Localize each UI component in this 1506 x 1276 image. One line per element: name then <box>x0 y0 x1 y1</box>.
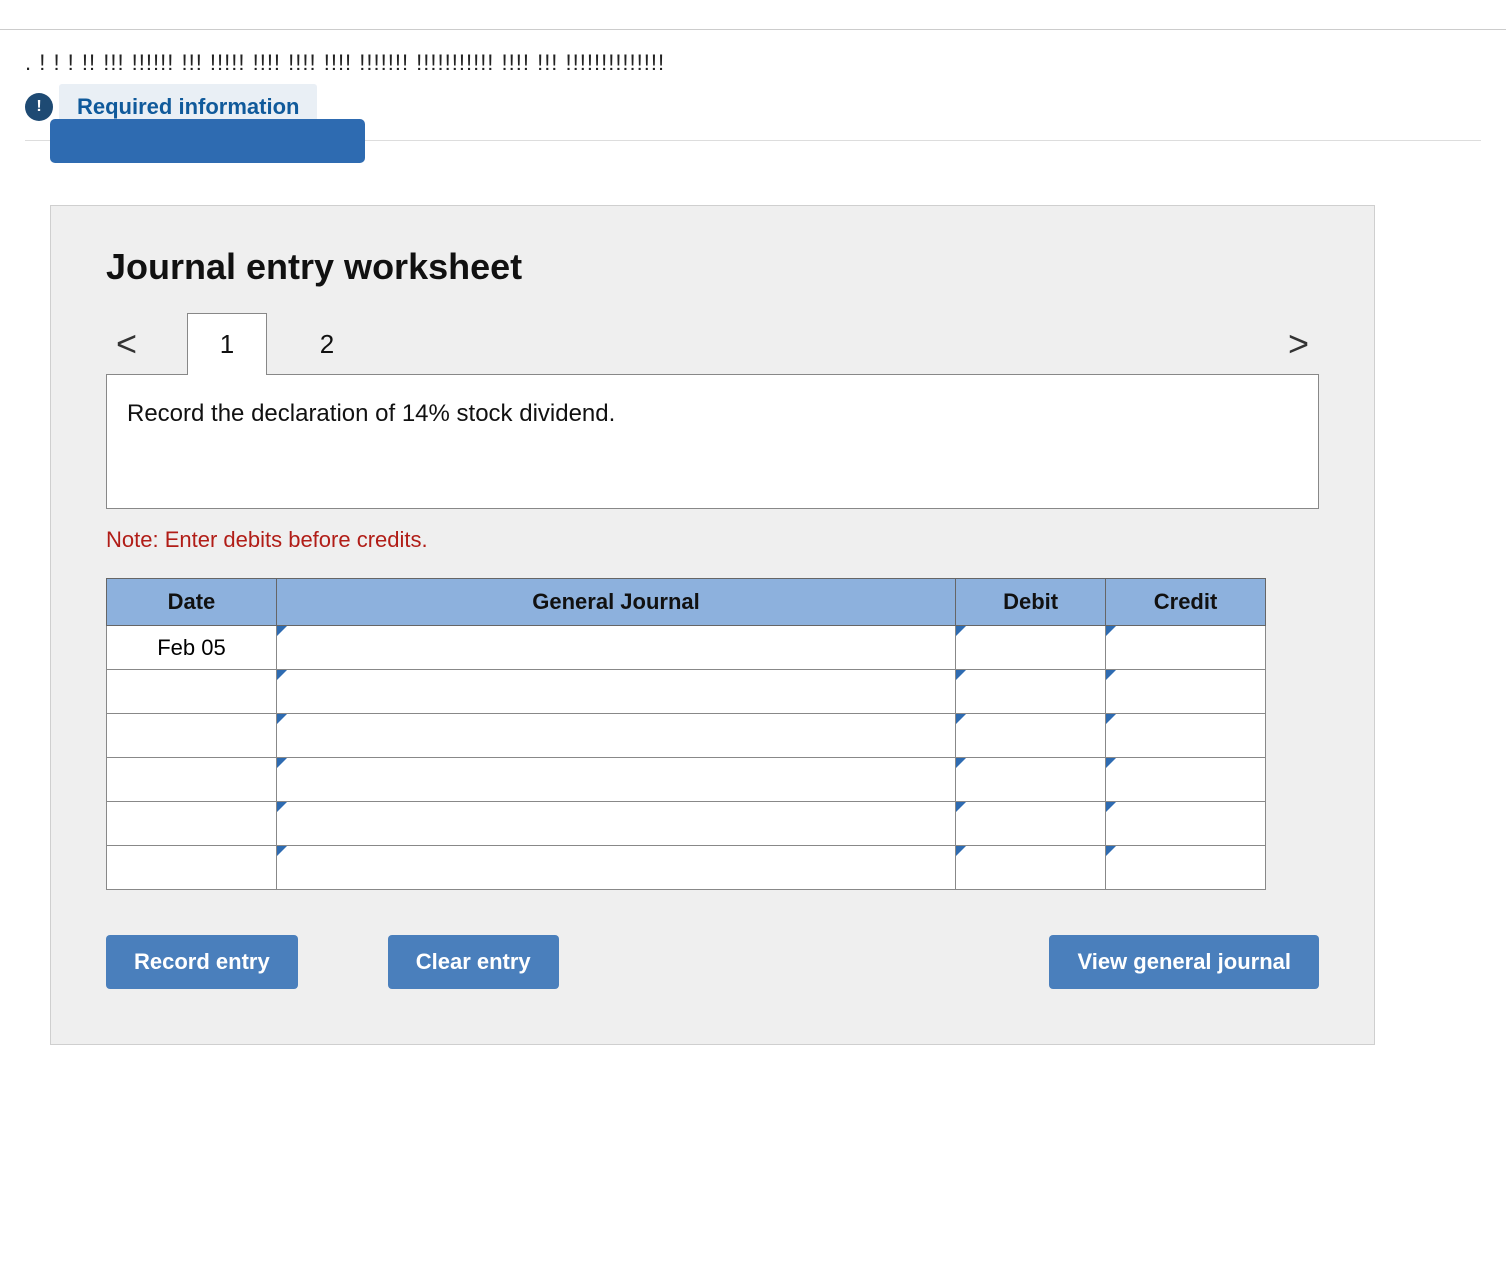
prev-arrow-icon[interactable]: < <box>106 323 147 375</box>
table-row <box>107 758 1266 802</box>
header-credit: Credit <box>1106 579 1266 626</box>
tab-2[interactable]: 2 <box>287 313 367 375</box>
cell-credit[interactable] <box>1106 758 1266 802</box>
clear-entry-button[interactable]: Clear entry <box>388 935 559 989</box>
worksheet-title: Journal entry worksheet <box>106 246 1319 288</box>
cell-credit[interactable] <box>1106 714 1266 758</box>
view-general-journal-button[interactable]: View general journal <box>1049 935 1319 989</box>
next-arrow-icon[interactable]: > <box>1278 323 1319 375</box>
journal-table: Date General Journal Debit Credit Feb 05 <box>106 578 1266 890</box>
cell-date[interactable] <box>107 670 277 714</box>
window-top-bar <box>0 0 1506 30</box>
cell-general-journal[interactable] <box>276 758 955 802</box>
instruction-box: Record the declaration of 14% stock divi… <box>106 374 1319 509</box>
cell-date[interactable] <box>107 758 277 802</box>
table-row: Feb 05 <box>107 626 1266 670</box>
header-date: Date <box>107 579 277 626</box>
cell-credit[interactable] <box>1106 802 1266 846</box>
table-row <box>107 670 1266 714</box>
cell-general-journal[interactable] <box>276 714 955 758</box>
cell-date[interactable]: Feb 05 <box>107 626 277 670</box>
collapsed-blue-button[interactable] <box>50 119 365 163</box>
top-truncated-text: . ! ! ! !! !!! !!!!!! !!! !!!!! !!!! !!!… <box>25 50 1481 76</box>
cell-debit[interactable] <box>956 626 1106 670</box>
cell-date[interactable] <box>107 802 277 846</box>
table-row <box>107 802 1266 846</box>
note-text: Note: Enter debits before credits. <box>106 527 1319 553</box>
cell-date[interactable] <box>107 714 277 758</box>
cell-debit[interactable] <box>956 802 1106 846</box>
worksheet-nav-row: < 1 2 > <box>106 313 1319 375</box>
cell-credit[interactable] <box>1106 846 1266 890</box>
content-area: . ! ! ! !! !!! !!!!!! !!! !!!!! !!!! !!!… <box>0 30 1506 1065</box>
journal-worksheet-card: Journal entry worksheet < 1 2 > Record t… <box>50 205 1375 1045</box>
cell-debit[interactable] <box>956 670 1106 714</box>
cell-general-journal[interactable] <box>276 802 955 846</box>
cell-credit[interactable] <box>1106 670 1266 714</box>
header-debit: Debit <box>956 579 1106 626</box>
tab-1[interactable]: 1 <box>187 313 267 375</box>
cell-debit[interactable] <box>956 758 1106 802</box>
header-general-journal: General Journal <box>276 579 955 626</box>
table-header-row: Date General Journal Debit Credit <box>107 579 1266 626</box>
cell-general-journal[interactable] <box>276 626 955 670</box>
cell-general-journal[interactable] <box>276 670 955 714</box>
table-row <box>107 846 1266 890</box>
table-row <box>107 714 1266 758</box>
cell-general-journal[interactable] <box>276 846 955 890</box>
cell-date[interactable] <box>107 846 277 890</box>
cell-debit[interactable] <box>956 846 1106 890</box>
cell-debit[interactable] <box>956 714 1106 758</box>
record-entry-button[interactable]: Record entry <box>106 935 298 989</box>
exclamation-icon: ! <box>25 93 53 121</box>
button-row: Record entry Clear entry View general jo… <box>106 935 1319 989</box>
cell-credit[interactable] <box>1106 626 1266 670</box>
